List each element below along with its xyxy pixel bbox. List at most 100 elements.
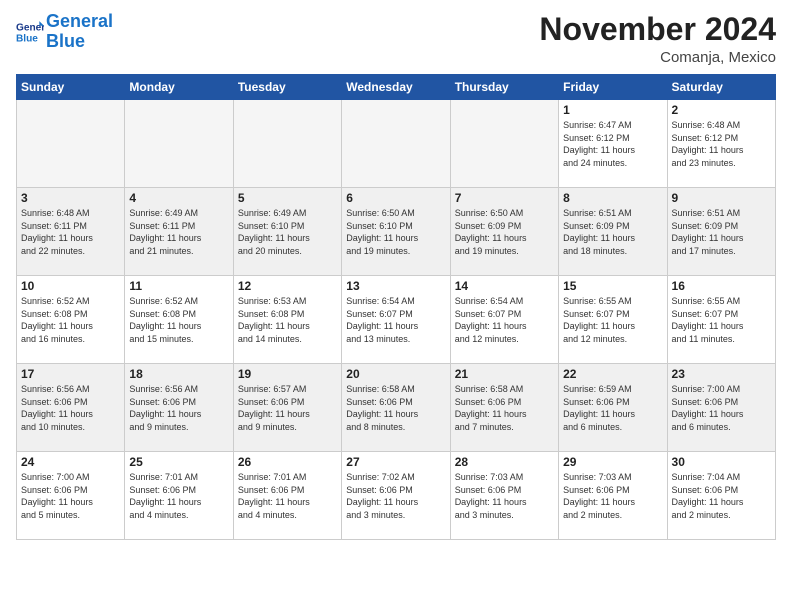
day-number: 15 (563, 279, 662, 293)
day-info: Sunrise: 6:49 AM Sunset: 6:10 PM Dayligh… (238, 207, 337, 257)
header-monday: Monday (125, 75, 233, 100)
day-number: 14 (455, 279, 554, 293)
day-info: Sunrise: 6:48 AM Sunset: 6:11 PM Dayligh… (21, 207, 120, 257)
title-block: November 2024 Comanja, Mexico (539, 12, 776, 66)
day-info: Sunrise: 6:53 AM Sunset: 6:08 PM Dayligh… (238, 295, 337, 345)
header-saturday: Saturday (667, 75, 775, 100)
day-info: Sunrise: 6:49 AM Sunset: 6:11 PM Dayligh… (129, 207, 228, 257)
day-cell: 14Sunrise: 6:54 AM Sunset: 6:07 PM Dayli… (450, 276, 558, 364)
day-info: Sunrise: 7:01 AM Sunset: 6:06 PM Dayligh… (238, 471, 337, 521)
day-info: Sunrise: 7:03 AM Sunset: 6:06 PM Dayligh… (563, 471, 662, 521)
day-cell: 22Sunrise: 6:59 AM Sunset: 6:06 PM Dayli… (559, 364, 667, 452)
day-cell: 24 Sunrise: 7:00 AM Sunset: 6:06 PM Dayli… (17, 452, 125, 540)
day-cell (125, 100, 233, 188)
week-row-1: 1 Sunrise: 6:47 AM Sunset: 6:12 PM Daylig… (17, 100, 776, 188)
day-info: Sunrise: 6:50 AM Sunset: 6:09 PM Dayligh… (455, 207, 554, 257)
logo-blue: Blue (46, 31, 85, 51)
day-number: 17 (21, 367, 120, 381)
day-cell: 12 Sunrise: 6:53 AM Sunset: 6:08 PM Dayli… (233, 276, 341, 364)
week-row-5: 24 Sunrise: 7:00 AM Sunset: 6:06 PM Dayli… (17, 452, 776, 540)
day-cell: 21 Sunrise: 6:58 AM Sunset: 6:06 PM Dayli… (450, 364, 558, 452)
day-info: Sunrise: 6:52 AM Sunset: 6:08 PM Dayligh… (129, 295, 228, 345)
week-row-3: 10 Sunrise: 6:52 AM Sunset: 6:08 PM Dayli… (17, 276, 776, 364)
day-info: Sunrise: 6:54 AM Sunset: 6:07 PM Dayligh… (346, 295, 445, 345)
day-cell: 5 Sunrise: 6:49 AM Sunset: 6:10 PM Daylig… (233, 188, 341, 276)
day-info: Sunrise: 6:56 AM Sunset: 6:06 PM Dayligh… (129, 383, 228, 433)
day-number: 23 (672, 367, 771, 381)
day-cell: 2Sunrise: 6:48 AM Sunset: 6:12 PM Daylig… (667, 100, 775, 188)
day-info: Sunrise: 6:58 AM Sunset: 6:06 PM Dayligh… (346, 383, 445, 433)
day-info: Sunrise: 6:56 AM Sunset: 6:06 PM Dayligh… (21, 383, 120, 433)
header-thursday: Thursday (450, 75, 558, 100)
header-tuesday: Tuesday (233, 75, 341, 100)
day-number: 26 (238, 455, 337, 469)
day-number: 29 (563, 455, 662, 469)
day-cell: 18Sunrise: 6:56 AM Sunset: 6:06 PM Dayli… (125, 364, 233, 452)
day-number: 2 (672, 103, 771, 117)
day-number: 3 (21, 191, 120, 205)
svg-text:Blue: Blue (16, 33, 38, 44)
day-number: 1 (563, 103, 662, 117)
day-cell: 13 Sunrise: 6:54 AM Sunset: 6:07 PM Dayli… (342, 276, 450, 364)
day-info: Sunrise: 6:47 AM Sunset: 6:12 PM Dayligh… (563, 119, 662, 169)
day-cell: 7 Sunrise: 6:50 AM Sunset: 6:09 PM Daylig… (450, 188, 558, 276)
day-cell: 23 Sunrise: 7:00 AM Sunset: 6:06 PM Dayli… (667, 364, 775, 452)
header-wednesday: Wednesday (342, 75, 450, 100)
day-info: Sunrise: 6:51 AM Sunset: 6:09 PM Dayligh… (672, 207, 771, 257)
day-info: Sunrise: 6:52 AM Sunset: 6:08 PM Dayligh… (21, 295, 120, 345)
day-cell: 28Sunrise: 7:03 AM Sunset: 6:06 PM Dayli… (450, 452, 558, 540)
day-cell: 10 Sunrise: 6:52 AM Sunset: 6:08 PM Dayli… (17, 276, 125, 364)
day-cell: 15 Sunrise: 6:55 AM Sunset: 6:07 PM Dayli… (559, 276, 667, 364)
day-cell: 29 Sunrise: 7:03 AM Sunset: 6:06 PM Dayli… (559, 452, 667, 540)
day-info: Sunrise: 7:00 AM Sunset: 6:06 PM Dayligh… (672, 383, 771, 433)
day-info: Sunrise: 6:50 AM Sunset: 6:10 PM Dayligh… (346, 207, 445, 257)
day-info: Sunrise: 7:02 AM Sunset: 6:06 PM Dayligh… (346, 471, 445, 521)
day-cell (450, 100, 558, 188)
month-title: November 2024 (539, 12, 776, 47)
day-info: Sunrise: 7:01 AM Sunset: 6:06 PM Dayligh… (129, 471, 228, 521)
header-sunday: Sunday (17, 75, 125, 100)
day-number: 8 (563, 191, 662, 205)
location: Comanja, Mexico (539, 49, 776, 66)
day-cell: 11 Sunrise: 6:52 AM Sunset: 6:08 PM Dayli… (125, 276, 233, 364)
day-cell: 30Sunrise: 7:04 AM Sunset: 6:06 PM Dayli… (667, 452, 775, 540)
day-info: Sunrise: 6:55 AM Sunset: 6:07 PM Dayligh… (563, 295, 662, 345)
day-info: Sunrise: 6:58 AM Sunset: 6:06 PM Dayligh… (455, 383, 554, 433)
day-cell: 4Sunrise: 6:49 AM Sunset: 6:11 PM Daylig… (125, 188, 233, 276)
day-number: 30 (672, 455, 771, 469)
weekday-header-row: Sunday Monday Tuesday Wednesday Thursday… (17, 75, 776, 100)
day-cell: 9 Sunrise: 6:51 AM Sunset: 6:09 PM Daylig… (667, 188, 775, 276)
day-cell: 25 Sunrise: 7:01 AM Sunset: 6:06 PM Dayli… (125, 452, 233, 540)
day-number: 21 (455, 367, 554, 381)
day-info: Sunrise: 6:59 AM Sunset: 6:06 PM Dayligh… (563, 383, 662, 433)
day-cell: 16 Sunrise: 6:55 AM Sunset: 6:07 PM Dayli… (667, 276, 775, 364)
day-number: 13 (346, 279, 445, 293)
day-number: 20 (346, 367, 445, 381)
page: General Blue General Blue November 2024 … (0, 0, 792, 612)
day-info: Sunrise: 6:57 AM Sunset: 6:06 PM Dayligh… (238, 383, 337, 433)
header: General Blue General Blue November 2024 … (16, 12, 776, 66)
day-cell: 8Sunrise: 6:51 AM Sunset: 6:09 PM Daylig… (559, 188, 667, 276)
day-info: Sunrise: 7:00 AM Sunset: 6:06 PM Dayligh… (21, 471, 120, 521)
day-number: 10 (21, 279, 120, 293)
day-cell: 1 Sunrise: 6:47 AM Sunset: 6:12 PM Daylig… (559, 100, 667, 188)
day-info: Sunrise: 6:55 AM Sunset: 6:07 PM Dayligh… (672, 295, 771, 345)
logo: General Blue General Blue (16, 12, 113, 52)
logo-general: General (46, 11, 113, 31)
day-cell: 17 Sunrise: 6:56 AM Sunset: 6:06 PM Dayli… (17, 364, 125, 452)
week-row-2: 3 Sunrise: 6:48 AM Sunset: 6:11 PM Daylig… (17, 188, 776, 276)
logo-icon: General Blue (16, 18, 44, 46)
day-number: 6 (346, 191, 445, 205)
day-number: 7 (455, 191, 554, 205)
day-number: 24 (21, 455, 120, 469)
day-number: 5 (238, 191, 337, 205)
week-row-4: 17 Sunrise: 6:56 AM Sunset: 6:06 PM Dayli… (17, 364, 776, 452)
day-cell: 20 Sunrise: 6:58 AM Sunset: 6:06 PM Dayli… (342, 364, 450, 452)
day-number: 27 (346, 455, 445, 469)
day-number: 12 (238, 279, 337, 293)
day-number: 25 (129, 455, 228, 469)
day-number: 16 (672, 279, 771, 293)
day-number: 11 (129, 279, 228, 293)
day-cell (233, 100, 341, 188)
day-number: 9 (672, 191, 771, 205)
